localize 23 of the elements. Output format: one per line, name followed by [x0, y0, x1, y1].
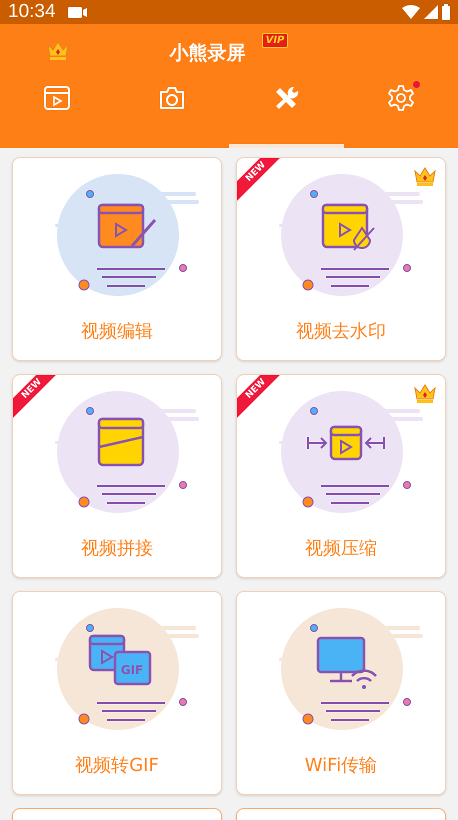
app-title: 小熊录屏 [170, 40, 246, 66]
tool-title: 视频去水印 [296, 320, 386, 344]
battery-icon [442, 4, 450, 20]
tool-title: WiFi传输 [304, 754, 378, 778]
video-camera-icon [68, 6, 88, 18]
camera-icon [158, 85, 186, 111]
tool-title: 视频拼接 [81, 537, 153, 561]
tool-card[interactable]: 视频编辑 [12, 157, 222, 361]
tool-title: 视频编辑 [81, 320, 153, 344]
status-time: 10:34 [8, 0, 56, 24]
tool-card[interactable]: WiFi传输 [236, 591, 446, 795]
vip-crown-icon [413, 382, 437, 404]
tool-card[interactable]: GIF 视频转GIF [12, 591, 222, 795]
tool-title: 视频转GIF [75, 754, 159, 778]
video-icon [43, 85, 72, 111]
vip-badge: VIP [262, 32, 288, 48]
signal-icon [424, 5, 438, 19]
gif-label: GIF [120, 663, 144, 677]
settings-icon [386, 84, 415, 112]
vip-crown-icon [413, 165, 437, 187]
wifi-icon [402, 5, 420, 19]
crown-icon [46, 39, 70, 61]
tool-title: 视频压缩 [305, 537, 377, 561]
